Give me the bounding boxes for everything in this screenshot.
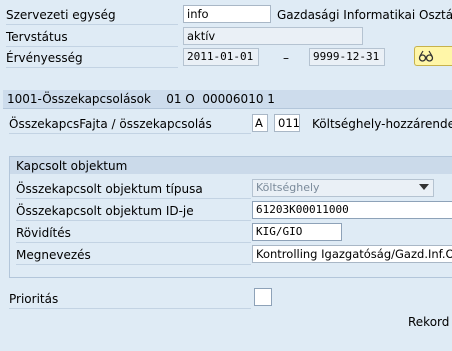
linked-object-id-label: Összekapcsolt objektum ID-je [16,204,194,218]
record-label: Rekord [408,315,450,329]
plan-status-label: Tervstátus [6,30,68,44]
linked-object-type-value: Költséghely [256,181,320,194]
name-label: Megnevezés [16,248,91,262]
org-unit-name: Gazdasági Informatikai Osztály [277,8,452,22]
name-field[interactable]: Kontrolling Igazgatóság/Gazd.Inf.O. [252,245,452,263]
validity-period-button[interactable] [414,46,452,66]
relationship-text: Költséghely-hozzárendelés [312,117,452,131]
chevron-down-icon[interactable] [419,184,429,190]
relationship-type-label: ÖsszekapcsFajta / összekapcsolás [9,117,212,131]
linked-object-group-title: Kapcsolt objektum [16,159,128,173]
plan-status-field[interactable]: aktív [183,27,363,45]
priority-field[interactable] [254,288,272,306]
validity-label: Érvényesség [6,51,83,65]
validity-from-field[interactable]: 2011-01-01 [183,48,259,66]
priority-label: Prioritás [9,292,59,306]
org-unit-label: Szervezeti egység [6,8,116,22]
validity-to-field[interactable]: 9999-12-31 [309,48,385,66]
linked-object-type-label: Összekapcsolt objektum típusa [16,182,203,196]
org-unit-field[interactable]: info [183,5,271,23]
relationship-title: 1001-Összekapcsolások 01 O 00006010 1 [7,92,275,106]
relationship-code-field[interactable]: 011 [274,114,300,132]
linked-object-type-select[interactable]: Költséghely [252,179,434,197]
linked-object-id-field[interactable]: 61203K00011000 [252,201,452,219]
validity-separator: – [283,51,289,65]
abbreviation-field[interactable]: KIG/GIO [252,223,342,241]
abbreviation-label: Rövidítés [16,226,71,240]
period-glasses-icon [418,49,434,66]
relationship-type-code-field[interactable]: A [252,114,268,132]
